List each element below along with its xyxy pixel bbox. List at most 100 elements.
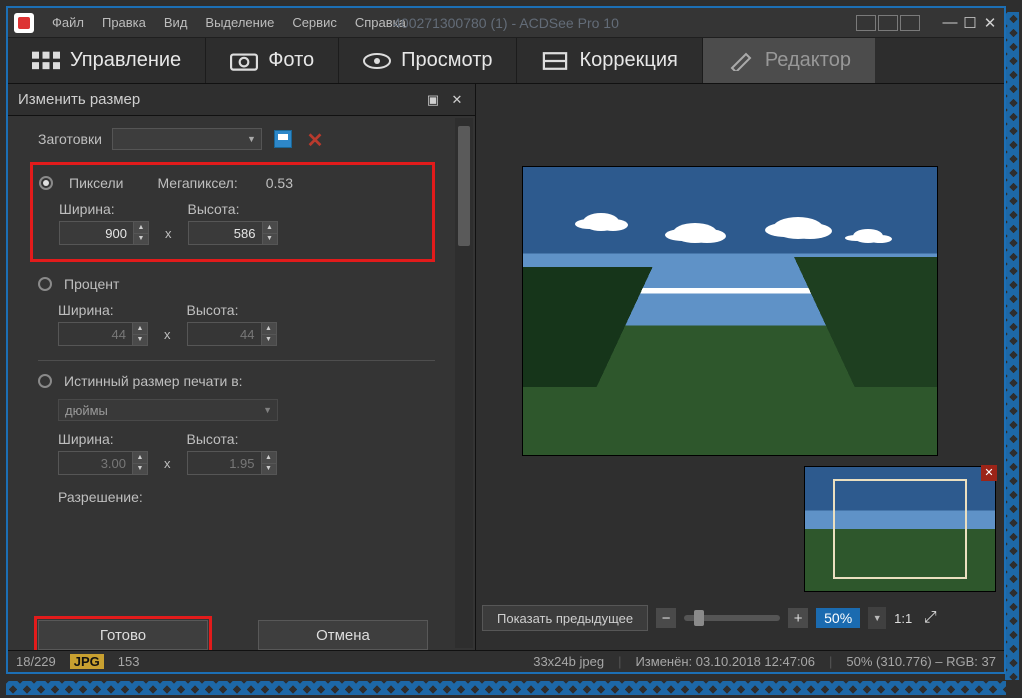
save-preset-button[interactable]: [272, 128, 294, 150]
spin-up-icon[interactable]: ▲: [133, 452, 147, 464]
spin-down-icon[interactable]: ▼: [133, 464, 147, 475]
pin-icon[interactable]: ▣: [425, 92, 441, 108]
spin-down-icon[interactable]: ▼: [262, 335, 276, 346]
zoom-slider[interactable]: [684, 615, 780, 621]
status-dims: 33x24b jpeg: [533, 654, 604, 669]
tab-photo-label: Фото: [268, 49, 314, 72]
menu-file[interactable]: Файл: [52, 15, 84, 30]
spin-up-icon[interactable]: ▲: [262, 452, 276, 464]
pct-width-spin[interactable]: ▲▼: [58, 322, 148, 346]
status-bar: 18/229 JPG 153 33x24b jpeg | Изменён: 03…: [8, 650, 1004, 672]
status-count: 18/229: [16, 654, 56, 669]
px-height-input[interactable]: [188, 221, 262, 245]
navigator-close-icon[interactable]: ✕: [981, 465, 997, 481]
px-width-label: Ширина:: [59, 201, 149, 217]
print-width-input[interactable]: [58, 451, 132, 475]
radio-percent-label: Процент: [64, 276, 119, 292]
status-zoom-info: 50% (310.776) – RGB: 37: [846, 654, 996, 669]
spin-up-icon[interactable]: ▲: [133, 323, 147, 335]
menu-view[interactable]: Вид: [164, 15, 188, 30]
print-unit-value: дюймы: [65, 403, 108, 418]
print-height-spin[interactable]: ▲▼: [187, 451, 277, 475]
minimize-button[interactable]: —: [942, 14, 958, 31]
px-width-spin[interactable]: ▲▼: [59, 221, 149, 245]
tab-photo[interactable]: Фото: [205, 38, 338, 83]
app-icon: [14, 13, 34, 33]
presets-label: Заготовки: [38, 131, 102, 147]
panel-close-icon[interactable]: ✕: [449, 92, 465, 108]
window-title: 400271300780 (1) - ACDSee Pro 10: [393, 15, 619, 31]
cancel-button[interactable]: Отмена: [258, 620, 428, 650]
sliders-icon: [541, 51, 569, 71]
grid-icon: [32, 51, 60, 71]
layout-presets[interactable]: [856, 15, 920, 31]
radio-pixels[interactable]: [39, 176, 53, 190]
tab-view[interactable]: Просмотр: [338, 38, 516, 83]
pct-height-input[interactable]: [187, 322, 261, 346]
print-width-spin[interactable]: ▲▼: [58, 451, 148, 475]
save-icon: [274, 130, 292, 148]
tab-adjust[interactable]: Коррекция: [516, 38, 701, 83]
fit-1to1-button[interactable]: 1:1: [894, 611, 912, 626]
eye-icon: [363, 51, 391, 71]
megapixel-label: Мегапиксел:: [157, 175, 237, 191]
zoom-percent: 50%: [816, 608, 860, 628]
zoom-dropdown[interactable]: ▼: [868, 607, 886, 629]
delete-icon: ✕: [307, 128, 324, 153]
zoom-in-button[interactable]: +: [788, 608, 808, 628]
tab-edit[interactable]: Редактор: [702, 38, 875, 83]
panel-title: Изменить размер: [18, 91, 417, 108]
spin-down-icon[interactable]: ▼: [133, 335, 147, 346]
spin-up-icon[interactable]: ▲: [134, 222, 148, 234]
spin-down-icon[interactable]: ▼: [134, 234, 148, 245]
print-unit-combo[interactable]: дюймы: [58, 399, 278, 421]
delete-preset-button[interactable]: ✕: [304, 128, 326, 150]
photo-icon: [230, 51, 258, 71]
menu-help[interactable]: Справка: [355, 15, 406, 30]
presets-combo[interactable]: [112, 128, 262, 150]
brush-icon: [727, 51, 755, 71]
spin-down-icon[interactable]: ▼: [263, 234, 277, 245]
resolution-label: Разрешение:: [58, 489, 143, 505]
pct-width-label: Ширина:: [58, 302, 148, 318]
radio-pixels-label: Пиксели: [69, 175, 123, 191]
spin-down-icon[interactable]: ▼: [262, 464, 276, 475]
tab-manage[interactable]: Управление: [8, 38, 205, 83]
spin-up-icon[interactable]: ▲: [263, 222, 277, 234]
status-format-badge: JPG: [70, 654, 104, 669]
panel-scrollbar[interactable]: [455, 118, 473, 648]
print-height-input[interactable]: [187, 451, 261, 475]
spin-up-icon[interactable]: ▲: [262, 323, 276, 335]
menu-edit[interactable]: Правка: [102, 15, 146, 30]
radio-percent[interactable]: [38, 277, 52, 291]
menu-service[interactable]: Сервис: [292, 15, 337, 30]
titlebar: Файл Правка Вид Выделение Сервис Справка…: [8, 8, 1004, 38]
navigator-thumbnail[interactable]: ✕: [804, 466, 996, 592]
px-width-input[interactable]: [59, 221, 133, 245]
done-button[interactable]: Готово: [38, 620, 208, 650]
pixels-section-highlight: Пиксели Мегапиксел: 0.53 Ширина: ▲▼ x: [30, 162, 435, 262]
radio-print[interactable]: [38, 374, 52, 388]
tab-manage-label: Управление: [70, 49, 181, 72]
pct-height-label: Высота:: [187, 302, 277, 318]
pct-width-input[interactable]: [58, 322, 132, 346]
print-height-label: Высота:: [187, 431, 277, 447]
tab-adjust-label: Коррекция: [579, 49, 677, 72]
px-height-spin[interactable]: ▲▼: [188, 221, 278, 245]
tab-view-label: Просмотр: [401, 49, 492, 72]
x-separator: x: [158, 456, 177, 475]
close-button[interactable]: ✕: [982, 14, 998, 32]
image-preview[interactable]: [522, 166, 938, 456]
megapixel-value: 0.53: [266, 175, 293, 191]
fullscreen-icon[interactable]: ⤢: [920, 608, 940, 628]
zoom-out-button[interactable]: −: [656, 608, 676, 628]
resize-panel: Изменить размер ▣ ✕ Заготовки ✕ Пикс: [8, 84, 476, 650]
radio-print-label: Истинный размер печати в:: [64, 373, 243, 389]
status-modified: Изменён: 03.10.2018 12:47:06: [635, 654, 815, 669]
show-previous-button[interactable]: Показать предыдущее: [482, 605, 648, 631]
px-height-label: Высота:: [188, 201, 278, 217]
menu-select[interactable]: Выделение: [205, 15, 274, 30]
canvas-area: ✕ Показать предыдущее − + 50% ▼ 1:1 ⤢: [476, 84, 1004, 650]
maximize-button[interactable]: ☐: [962, 14, 978, 32]
pct-height-spin[interactable]: ▲▼: [187, 322, 277, 346]
